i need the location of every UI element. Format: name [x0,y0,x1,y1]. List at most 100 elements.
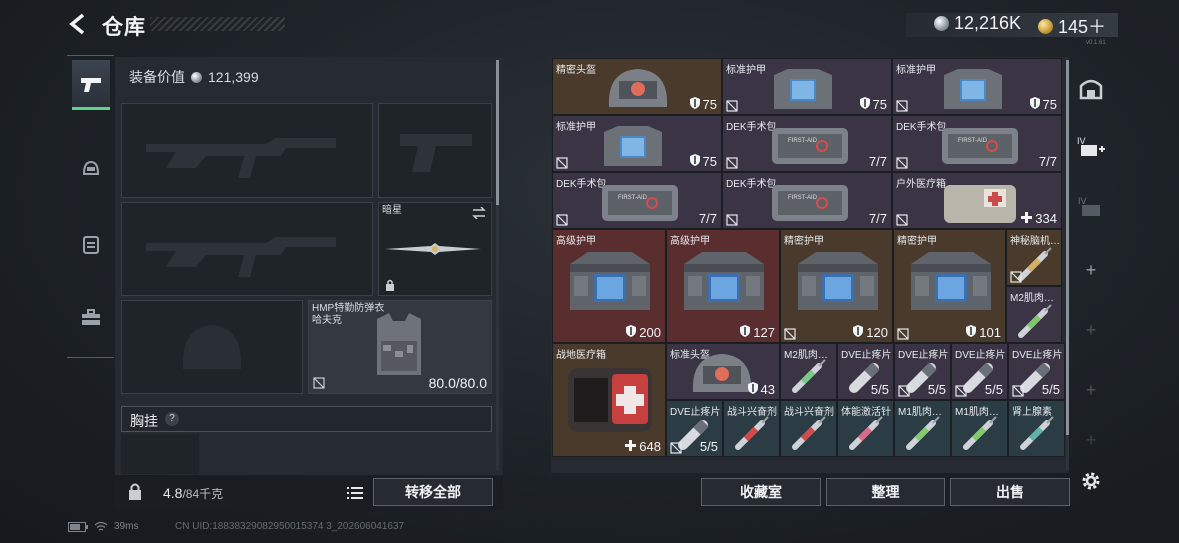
shield-icon [740,325,751,340]
inventory-item[interactable]: M1肌肉… [951,400,1008,457]
inventory-item[interactable]: 精密护甲 120 [780,229,893,343]
inventory-item[interactable]: DVE止疼片 5/5 [666,400,723,457]
silver-amount: 12,216K [954,13,1022,33]
inventory-item[interactable]: 体能激活针 [837,400,894,457]
rifle-silhouette-icon [146,237,336,277]
vest-small-icon [938,65,1008,114]
inventory-item[interactable]: 战斗兴奋剂 [780,400,837,457]
chest-rig-slot[interactable]: 胸挂 ? [121,406,492,432]
add-stash-button-1[interactable]: + [1074,250,1108,290]
armor-vest-icon [676,246,772,323]
tab-stash-iv-2[interactable]: IV [1074,187,1108,227]
inventory-item[interactable]: DVE止疼片 5/5 [837,343,894,400]
help-icon[interactable]: ? [165,412,179,426]
lock-icon[interactable] [128,483,142,506]
inventory-item[interactable]: 标准护甲 75 [892,58,1062,115]
back-icon[interactable] [66,12,90,36]
inventory-item[interactable]: 神秘脑机… [1006,229,1062,286]
vest-small-icon [768,65,838,114]
medbox-icon [938,179,1022,228]
right-tab-bar: IV IV + + + + [1070,57,1112,452]
inventory-item[interactable]: 标准头盔 43 [666,343,780,400]
pistol-slot[interactable] [378,103,492,198]
item-value: 75 [1029,97,1057,112]
item-value: 120 [853,325,888,340]
helmet-slot[interactable] [121,300,303,394]
surgkit-icon: FIRST-AID [598,179,682,228]
no-insure-icon [556,156,568,169]
shield-icon [626,325,637,340]
inventory-item[interactable]: M2肌肉… [1006,286,1062,343]
inventory-item[interactable]: M1肌肉… [894,400,951,457]
stash-iv-icon: IV [1078,196,1100,216]
tab-weapons[interactable] [72,60,110,110]
tab-stash-iv[interactable]: IV [1074,127,1108,167]
item-value: 7/7 [868,211,887,226]
silver-currency: 12,216K [934,13,1021,34]
melee-slot[interactable]: 暗星 [378,202,492,296]
transfer-all-button[interactable]: 转移全部 [373,478,493,506]
tab-armor[interactable] [72,144,110,194]
inventory-item[interactable]: 高级护甲 200 [552,229,666,343]
vest-icon [377,313,421,375]
inventory-item[interactable]: DVE止疼片 5/5 [1008,343,1065,400]
armor-vest-icon [790,246,886,323]
scrollbar-thumb[interactable] [496,60,499,205]
list-view-button[interactable] [343,481,367,505]
scrollbar-thumb[interactable] [1066,60,1069,435]
add-stash-button-4[interactable]: + [1074,430,1108,450]
inventory-item[interactable]: 精密头盔 75 [552,58,722,115]
chest-rig-preview [121,434,199,474]
tab-stash[interactable] [1074,69,1108,109]
armor-slot[interactable]: HMP特勤防弹衣 哈夫克 80.0/80.0 [308,300,492,394]
shield-icon [689,97,700,112]
primary-weapon-slot-2[interactable] [121,202,373,296]
gold-currency[interactable]: 145＋ [1038,13,1106,39]
inventory-item[interactable]: DEK手术包 FIRST-AID 7/7 [722,115,892,172]
inventory-item[interactable]: DEK手术包 FIRST-AID 7/7 [552,172,722,229]
no-insure-icon [556,213,568,226]
swap-icon[interactable] [472,207,486,219]
inventory-scrollbar[interactable] [1066,60,1069,470]
tab-supplies[interactable] [72,293,110,343]
no-insure-icon [1010,270,1022,283]
shield-icon [966,325,977,340]
settings-icon[interactable] [1080,470,1102,492]
primary-weapon-slot-1[interactable] [121,103,373,198]
armor-vest-icon [562,246,658,323]
item-value: 5/5 [984,382,1003,397]
item-value: 75 [689,154,717,169]
no-insure-icon [898,384,910,397]
svg-text:FIRST-AID: FIRST-AID [788,138,818,144]
lock-icon [386,279,394,291]
inventory-item[interactable]: DEK手术包 FIRST-AID 7/7 [892,115,1062,172]
inventory-item[interactable]: DEK手术包 FIRST-AID 7/7 [722,172,892,229]
vest-small-icon [598,122,668,171]
inventory-item[interactable]: 标准护甲 75 [722,58,892,115]
pistol-icon [81,77,101,92]
inventory-item[interactable]: DVE止疼片 5/5 [951,343,1008,400]
add-stash-button-3[interactable]: + [1074,370,1108,410]
item-name: 精密头盔 [556,65,596,76]
inventory-item[interactable]: 精密护甲 101 [893,229,1006,343]
item-value: 7/7 [1038,154,1057,169]
inventory-item[interactable]: M2肌肉… [780,343,837,400]
inventory-item[interactable]: 肾上腺素 [1008,400,1065,457]
tab-backpack[interactable] [72,219,110,269]
equipment-scrollbar[interactable] [496,60,499,470]
no-insure-icon [896,213,908,226]
vault-button[interactable]: 收藏室 [701,478,821,506]
add-stash-button-2[interactable]: + [1074,310,1108,350]
inventory-item[interactable]: 标准护甲 75 [552,115,722,172]
inventory-item[interactable]: 战斗兴奋剂 [723,400,780,457]
no-insure-icon [896,156,908,169]
inventory-item[interactable]: 高级护甲 127 [666,229,780,343]
inventory-item[interactable]: DVE止疼片 5/5 [894,343,951,400]
inventory-item[interactable]: 户外医疗箱 334 [892,172,1062,229]
organize-button[interactable]: 整理 [826,478,945,506]
plus-icon [625,439,637,454]
gold-coin-icon [1038,18,1053,34]
inventory-item[interactable]: 战地医疗箱 648 [552,343,666,457]
sell-button[interactable]: 出售 [950,478,1070,506]
item-name: 标准护甲 [896,65,936,76]
